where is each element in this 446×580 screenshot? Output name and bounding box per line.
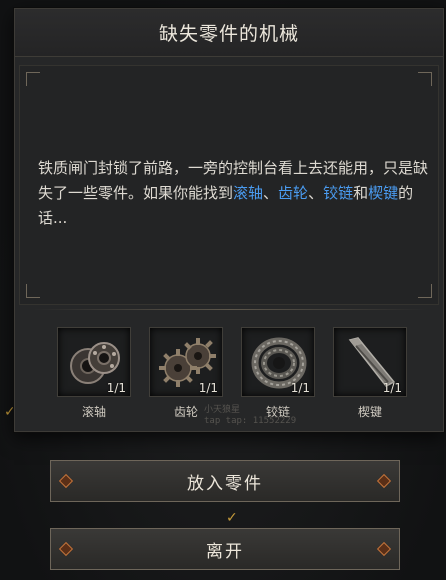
highlighted-part-name: 铰链	[323, 184, 354, 202]
body-text-segment: 和	[353, 184, 369, 202]
dialog-title: 缺失零件的机械	[158, 23, 299, 45]
highlighted-part-name: 齿轮	[278, 184, 309, 202]
place-parts-button[interactable]: 放入零件	[50, 460, 400, 502]
part-item-hinge[interactable]: 1/1 铰链	[241, 327, 315, 427]
part-slot[interactable]: 1/1	[149, 327, 223, 397]
frame-corner-ornament	[26, 284, 40, 298]
frame-corner-ornament	[26, 72, 40, 86]
part-slot[interactable]: 1/1	[333, 327, 407, 397]
dialog-title-bar: 缺失零件的机械	[15, 9, 443, 57]
event-dialog: 缺失零件的机械 铁质闸门封锁了前路，一旁的控制台看上去还能用，只是缺失了一些零件…	[14, 8, 444, 432]
part-item-wedge-key[interactable]: 1/1 楔键	[333, 327, 407, 427]
diamond-ornament-icon	[376, 541, 392, 557]
watermark-text: 小天狼星	[204, 405, 241, 415]
part-count: 1/1	[198, 381, 218, 395]
diamond-ornament-icon	[58, 541, 74, 557]
background-check-mark: ✓	[226, 510, 238, 526]
highlighted-part-name: 滚轴	[233, 184, 264, 202]
diamond-ornament-icon	[58, 473, 74, 489]
diamond-ornament-icon	[376, 473, 392, 489]
part-slot[interactable]: 1/1	[241, 327, 315, 397]
body-text-segment: 、	[263, 184, 279, 202]
leave-button[interactable]: 离开	[50, 528, 400, 570]
part-item-roller[interactable]: 1/1 滚轴	[57, 327, 131, 427]
body-text-segment: 、	[308, 184, 324, 202]
leave-label: 离开	[206, 541, 244, 562]
part-name: 滚轴	[81, 405, 106, 419]
part-name: 楔键	[357, 405, 382, 419]
section-divider	[33, 309, 427, 310]
watermark-text: tap tap: 11552229	[204, 416, 297, 426]
place-parts-label: 放入零件	[187, 473, 263, 494]
part-count: 1/1	[290, 381, 310, 395]
dialog-text-panel: 铁质闸门封锁了前路，一旁的控制台看上去还能用，只是缺失了一些零件。如果你能找到滚…	[19, 65, 439, 305]
dialog-body-text: 铁质闸门封锁了前路，一旁的控制台看上去还能用，只是缺失了一些零件。如果你能找到滚…	[38, 156, 430, 231]
frame-corner-ornament	[418, 72, 432, 86]
frame-corner-ornament	[418, 284, 432, 298]
part-count: 1/1	[382, 381, 402, 395]
highlighted-part-name: 楔键	[368, 184, 399, 202]
part-count: 1/1	[106, 381, 126, 395]
part-slot[interactable]: 1/1	[57, 327, 131, 397]
part-name: 齿轮	[173, 405, 198, 419]
